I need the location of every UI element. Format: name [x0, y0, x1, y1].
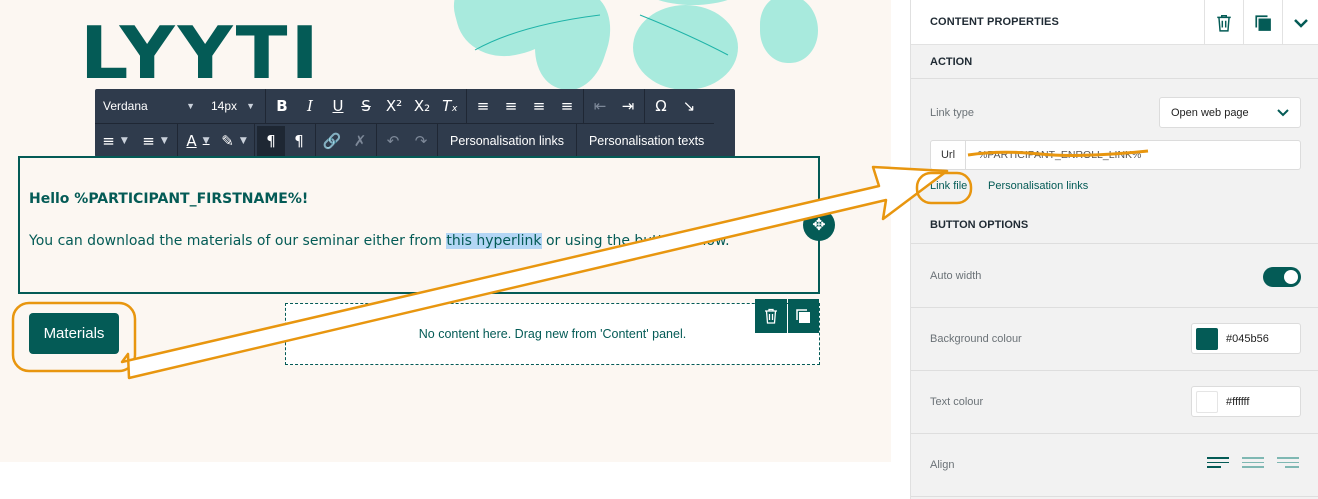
decorative-lines [474, 14, 729, 56]
url-input[interactable]: Url %PARTICIPANT_ENROLL_LINK% [930, 140, 1301, 170]
link-type-value: Open web page [1171, 106, 1249, 119]
body-text-before: You can download the materials of our se… [29, 233, 447, 249]
toolbar-divider [437, 123, 438, 158]
button-options-section-title: BUTTON OPTIONS [930, 219, 1029, 231]
hyperlink-text[interactable]: this hyperlink [446, 233, 542, 249]
undo-icon[interactable]: ↶ [379, 126, 407, 156]
link-icon[interactable]: 🔗 [318, 126, 346, 156]
font-family-select[interactable]: Verdana ▼ [95, 91, 203, 121]
link-file-link[interactable]: Link file [930, 180, 967, 192]
underline-icon[interactable]: U [324, 91, 352, 121]
divider [911, 243, 1318, 244]
text-content-block[interactable]: Hello %PARTICIPANT_FIRSTNAME%! You can d… [18, 156, 820, 294]
divider [911, 307, 1318, 308]
panel-header: CONTENT PROPERTIES [911, 0, 1318, 45]
toolbar-divider [466, 89, 467, 123]
toolbar-divider [644, 89, 645, 123]
font-size-select[interactable]: 14px ▼ [203, 91, 263, 121]
background-colour-label: Background colour [930, 333, 1022, 345]
italic-icon[interactable]: I [296, 91, 324, 121]
align-right-icon[interactable]: ≡ [525, 91, 553, 121]
materials-button[interactable]: Materials [29, 313, 119, 354]
body-text-after: or using the button below. [541, 233, 730, 249]
align-label: Align [930, 459, 955, 471]
trash-icon[interactable] [755, 299, 787, 333]
align-center-icon[interactable] [1242, 457, 1264, 471]
divider [911, 78, 1318, 79]
url-prefix: Url [931, 141, 966, 169]
unlink-icon[interactable]: ✗ [346, 126, 374, 156]
special-character-icon[interactable]: Ω [647, 91, 675, 121]
move-icon[interactable]: ✥ [803, 209, 835, 241]
text-color-icon[interactable]: A ▼ [180, 126, 216, 156]
collapse-icon[interactable]: ↘ [675, 91, 703, 121]
personalisation-links-link[interactable]: Personalisation links [988, 180, 1088, 192]
duplicate-icon[interactable] [1243, 0, 1282, 45]
toolbar-divider [575, 123, 577, 158]
panel-title: CONTENT PROPERTIES [930, 16, 1059, 28]
body-text: You can download the materials of our se… [29, 233, 730, 249]
lyyti-logo: LYYTI [80, 10, 322, 96]
align-left-icon[interactable]: ≡ [469, 91, 497, 121]
ordered-list-icon[interactable]: ≡ ▼ [95, 126, 135, 156]
align-center-icon[interactable]: ≡ [497, 91, 525, 121]
toolbar-divider [376, 123, 377, 158]
text-colour-value: #ffffff [1226, 395, 1250, 408]
bold-icon[interactable]: B [268, 91, 296, 121]
auto-width-toggle[interactable] [1263, 267, 1301, 287]
background-colour-picker[interactable]: #045b56 [1191, 323, 1301, 354]
font-family-value: Verdana [103, 99, 148, 113]
trash-icon[interactable] [1204, 0, 1243, 45]
outdent-icon[interactable]: ⇤ [586, 91, 614, 121]
duplicate-icon[interactable] [787, 299, 819, 333]
block-actions [755, 299, 820, 333]
personalisation-links-button[interactable]: Personalisation links [440, 124, 574, 158]
ltr-icon[interactable]: ¶ [257, 125, 285, 156]
toolbar-divider [315, 123, 316, 158]
email-canvas: LYYTI Verdana ▼ 14px ▼ B I U S X² X₂ Tₓ … [0, 0, 891, 462]
toolbar-divider [254, 123, 255, 158]
redo-icon[interactable]: ↷ [407, 126, 435, 156]
greeting-text: Hello %PARTICIPANT_FIRSTNAME%! [29, 191, 309, 207]
background-colour-swatch [1196, 327, 1218, 350]
action-section-title: ACTION [930, 56, 973, 68]
content-properties-panel: CONTENT PROPERTIES ACTION Link type Open… [910, 0, 1318, 499]
text-colour-label: Text colour [930, 396, 984, 408]
auto-width-label: Auto width [930, 270, 982, 282]
font-size-value: 14px [211, 99, 238, 113]
toolbar-divider [177, 123, 178, 158]
toolbar-divider [583, 89, 584, 123]
background-colour-value: #045b56 [1226, 332, 1269, 345]
toolbar-divider [265, 89, 266, 123]
superscript-icon[interactable]: X² [380, 91, 408, 121]
divider [911, 433, 1318, 434]
empty-content-block[interactable]: No content here. Drag new from 'Content'… [285, 303, 820, 365]
strikethrough-icon[interactable]: S [352, 91, 380, 121]
align-justify-icon[interactable]: ≡ [553, 91, 581, 121]
text-colour-swatch [1196, 390, 1218, 413]
chevron-down-icon: ▼ [246, 101, 255, 111]
url-value[interactable]: %PARTICIPANT_ENROLL_LINK% [966, 149, 1141, 161]
chevron-down-icon[interactable] [1282, 0, 1318, 45]
link-type-select[interactable]: Open web page [1159, 97, 1301, 128]
divider [911, 496, 1318, 497]
link-type-label: Link type [930, 107, 975, 119]
highlight-icon[interactable]: ✎ ▼ [216, 126, 252, 156]
chevron-down-icon [1277, 108, 1289, 116]
toggle-knob [1284, 270, 1298, 284]
rich-text-toolbar: Verdana ▼ 14px ▼ B I U S X² X₂ Tₓ ≡ ≡ ≡ … [95, 89, 735, 158]
subscript-icon[interactable]: X₂ [408, 91, 436, 121]
rtl-icon[interactable]: ¶ [285, 126, 313, 156]
personalisation-texts-button[interactable]: Personalisation texts [579, 124, 714, 158]
clear-format-icon[interactable]: Tₓ [436, 91, 464, 121]
divider [911, 370, 1318, 371]
text-colour-picker[interactable]: #ffffff [1191, 386, 1301, 417]
align-left-icon[interactable] [1207, 457, 1229, 471]
unordered-list-icon[interactable]: ≡ ▼ [135, 126, 175, 156]
align-right-icon[interactable] [1277, 457, 1299, 471]
indent-icon[interactable]: ⇥ [614, 91, 642, 121]
chevron-down-icon: ▼ [186, 101, 195, 111]
